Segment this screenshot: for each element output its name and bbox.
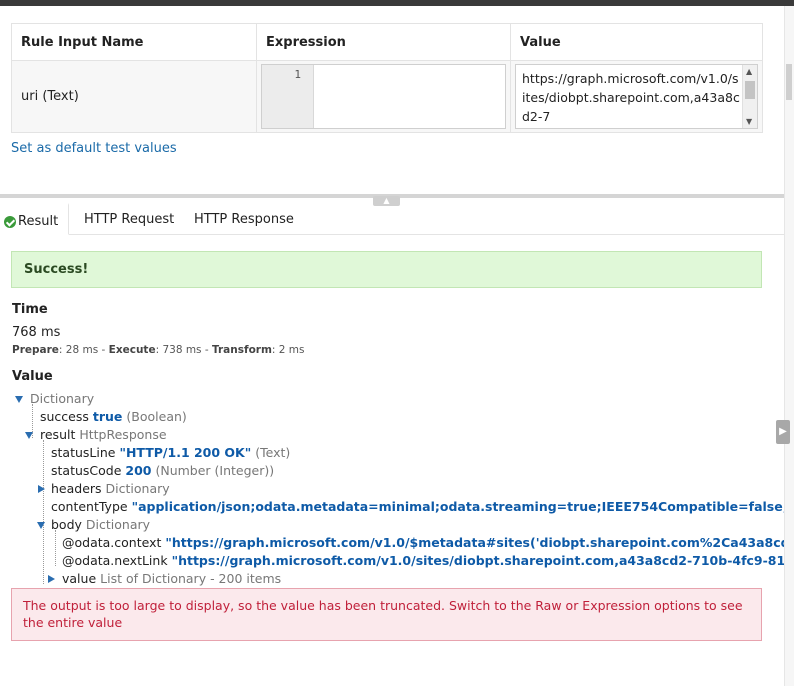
result-value-tree: Dictionary success true (Boolean) result… — [0, 390, 784, 588]
tab-http-response[interactable]: HTTP Response — [178, 203, 310, 235]
expression-editor[interactable]: 1 — [261, 64, 506, 129]
tab-http-request[interactable]: HTTP Request — [68, 203, 190, 235]
tree-guide-line — [43, 440, 44, 584]
timing-breakdown: Prepare: 28 ms - Execute: 738 ms - Trans… — [12, 344, 305, 356]
truncation-warning: The output is too large to display, so t… — [11, 588, 762, 641]
collapse-icon[interactable] — [37, 522, 45, 529]
tree-node-odata-context: @odata.context "https://graph.microsoft.… — [62, 535, 784, 550]
prepare-value: : 28 ms - — [58, 344, 109, 356]
expression-cell: 1 — [256, 60, 511, 133]
set-default-test-values-link[interactable]: Set as default test values — [11, 141, 177, 156]
tree-node-status-line: statusLine "HTTP/1.1 200 OK" (Text) — [51, 445, 291, 460]
value-textarea[interactable]: https://graph.microsoft.com/v1.0/sites/d… — [515, 64, 758, 129]
expand-icon[interactable] — [48, 575, 55, 583]
top-bar — [0, 0, 794, 6]
value-text: https://graph.microsoft.com/v1.0/sites/d… — [522, 71, 740, 124]
side-panel-arrow-icon[interactable]: ▶ — [776, 420, 790, 444]
collapse-icon[interactable] — [15, 396, 23, 403]
value-heading: Value — [12, 369, 53, 384]
tree-node-value: value List of Dictionary - 200 items — [62, 571, 282, 586]
table-header-row: Rule Input Name Expression Value — [11, 23, 763, 61]
tree-guide-line — [55, 530, 56, 566]
collapse-icon[interactable] — [25, 432, 33, 439]
execute-label: Execute — [108, 344, 156, 356]
execute-value: : 738 ms - — [155, 344, 212, 356]
tree-node-content-type: contentType "application/json;odata.meta… — [51, 499, 784, 514]
tree-node-body: body Dictionary — [51, 517, 151, 532]
scroll-up-icon[interactable]: ▲ — [746, 67, 752, 76]
tree-node-status-code: statusCode 200 (Number (Integer)) — [51, 463, 275, 478]
value-cell: https://graph.microsoft.com/v1.0/sites/d… — [510, 60, 763, 133]
page-scrollbar-thumb[interactable] — [786, 64, 792, 100]
tree-node-result: result HttpResponse — [40, 427, 167, 442]
column-header-rule-input-name: Rule Input Name — [11, 23, 257, 61]
transform-value: : 2 ms — [271, 344, 305, 356]
table-row: uri (Text) 1 https://graph.microsoft.com… — [11, 60, 763, 133]
column-header-expression: Expression — [256, 23, 511, 61]
tab-result[interactable]: Result — [0, 203, 69, 235]
tree-node-odata-next-link: @odata.nextLink "https://graph.microsoft… — [62, 553, 784, 568]
value-scrollbar-thumb[interactable] — [745, 81, 755, 99]
column-header-value: Value — [510, 23, 763, 61]
tree-node-headers: headers Dictionary — [51, 481, 170, 496]
page-scrollbar[interactable] — [784, 6, 794, 686]
tree-node-success: success true (Boolean) — [40, 409, 187, 424]
time-value: 768 ms — [12, 325, 61, 340]
value-scrollbar[interactable]: ▲ ▼ — [742, 65, 757, 128]
tab-result-label: Result — [18, 214, 59, 229]
time-heading: Time — [12, 302, 48, 317]
expand-icon[interactable] — [38, 485, 45, 493]
success-check-icon — [4, 216, 16, 228]
scroll-down-icon[interactable]: ▼ — [746, 117, 752, 126]
rule-input-name-cell: uri (Text) — [11, 60, 257, 133]
result-tabs: Result HTTP Request HTTP Response — [0, 203, 784, 235]
rule-inputs-table: Rule Input Name Expression Value uri (Te… — [11, 23, 763, 133]
transform-label: Transform — [212, 344, 272, 356]
line-number-gutter: 1 — [262, 65, 314, 128]
tree-node-root: Dictionary — [30, 391, 95, 406]
prepare-label: Prepare — [12, 344, 59, 356]
success-banner: Success! — [11, 251, 762, 288]
